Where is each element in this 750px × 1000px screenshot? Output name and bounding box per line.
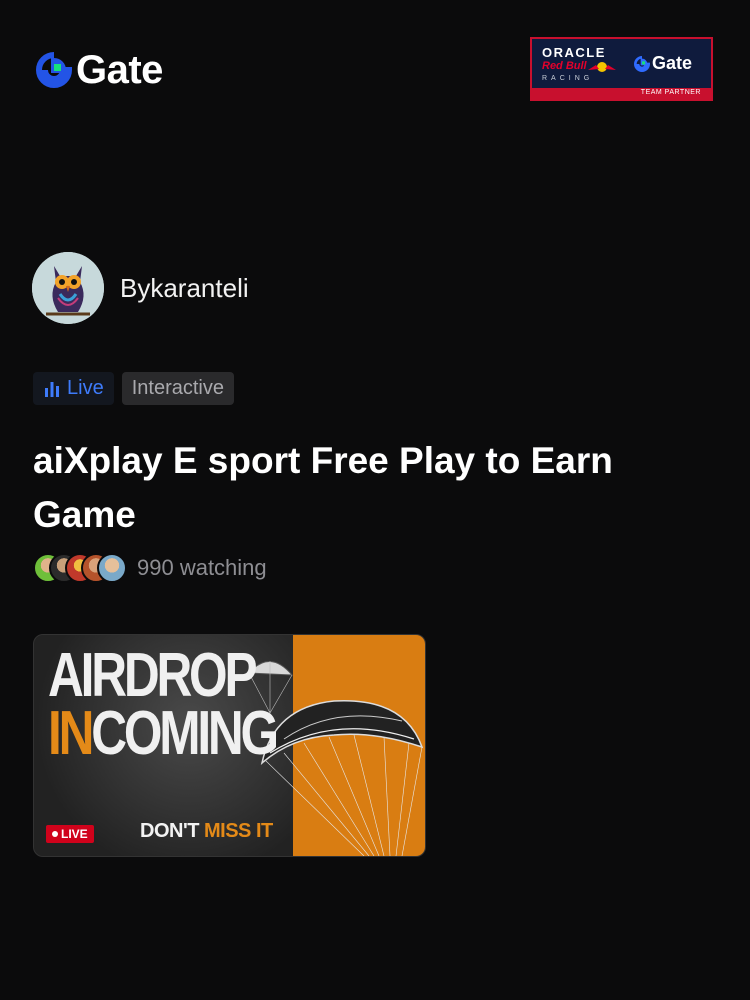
headline-line1: AIRDROP <box>48 641 258 710</box>
stream-title: aiXplay E sport Free Play to Earn Game <box>33 440 613 535</box>
gate-logo[interactable]: Gate <box>36 50 163 90</box>
interactive-tag: Interactive <box>121 372 234 405</box>
banner-headline: AIRDROP INCOMING <box>48 641 279 765</box>
live-dot-icon <box>52 831 58 837</box>
team-partner-badge: ORACLE Red Bull RACING Gate TEAM PARTNER <box>530 37 713 101</box>
viewer-avatar <box>97 553 127 583</box>
partner-gate-logo: Gate <box>634 53 692 74</box>
author-name[interactable]: Bykaranteli <box>120 273 249 304</box>
avatar[interactable] <box>32 252 104 324</box>
partner-oracle-text: ORACLE <box>542 45 606 60</box>
headline-highlight: IN <box>48 699 94 768</box>
stream-tags: Live Interactive <box>33 372 234 405</box>
banner-cta: DON'T MISS IT <box>140 820 273 843</box>
partner-racing-text: RACING <box>542 75 594 82</box>
live-tag-label: Live <box>67 377 104 399</box>
partner-redbull-text: Red Bull <box>542 60 587 72</box>
live-tag: Live <box>33 372 114 405</box>
partner-gate-text: Gate <box>652 53 693 73</box>
partner-strip-text: TEAM PARTNER <box>640 89 701 96</box>
partner-strip: TEAM PARTNER <box>532 88 711 99</box>
watching-count: 990 watching <box>137 555 267 580</box>
owl-avatar-icon <box>32 252 104 324</box>
banner-live-label: LIVE <box>61 827 88 841</box>
banner-cta-highlight: MISS IT <box>203 820 273 842</box>
author-row[interactable]: Bykaranteli <box>32 252 249 324</box>
gate-logo-text: Gate <box>76 48 163 92</box>
red-bull-icon <box>588 62 616 72</box>
interactive-tag-label: Interactive <box>131 377 224 399</box>
stream-thumbnail[interactable]: AIRDROP INCOMING LIVE DON'T MISS IT <box>33 634 426 857</box>
banner-cta-prefix: DON'T <box>140 820 204 842</box>
viewer-count-row: 990 watching <box>33 553 267 583</box>
bar-chart-icon <box>45 381 59 397</box>
banner-live-badge: LIVE <box>46 825 94 843</box>
gate-logo-icon <box>634 55 650 72</box>
headline-line2-rest: COMING <box>91 699 279 768</box>
viewer-avatars <box>33 553 127 583</box>
headline-line2: INCOMING <box>48 703 279 765</box>
gate-logo-icon <box>36 52 72 88</box>
